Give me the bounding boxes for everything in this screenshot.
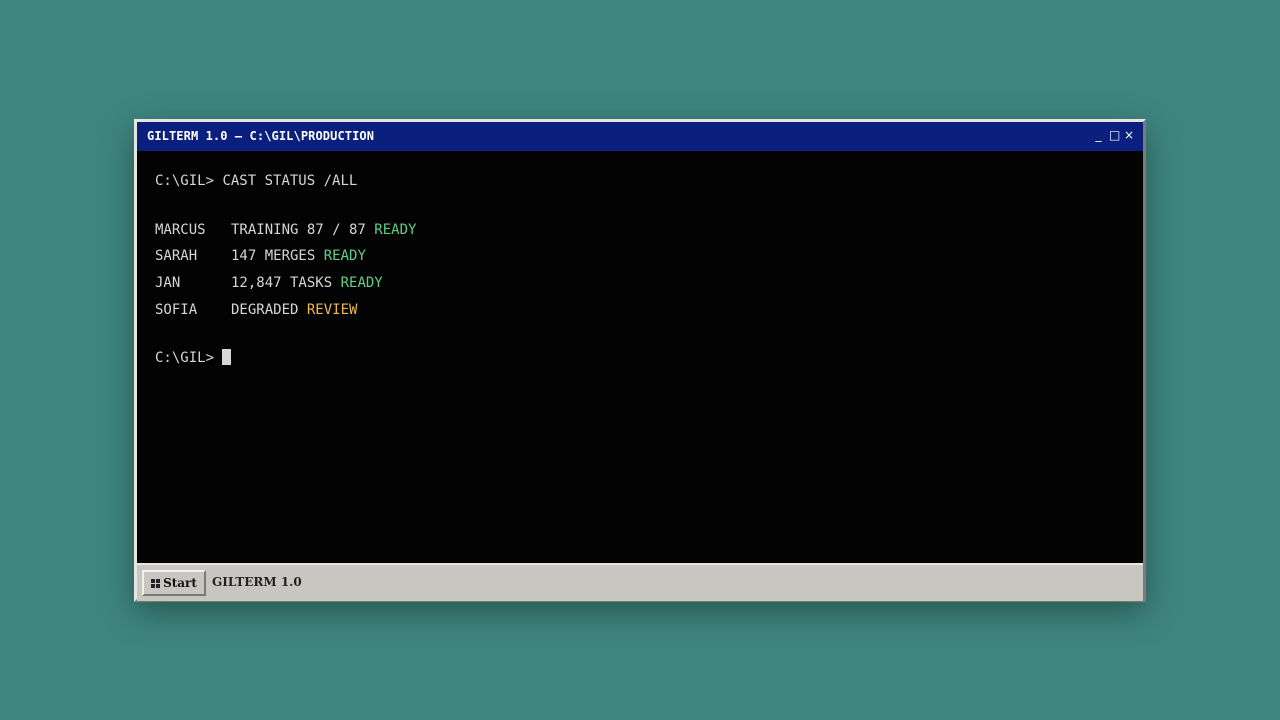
terminal-window: GILTERM 1.0 — C:\GIL\PRODUCTION _ □ × C:…: [134, 119, 1146, 602]
start-label: Start: [163, 576, 197, 590]
text-cursor: [222, 349, 232, 365]
window-controls: _ □ ×: [1094, 128, 1135, 142]
start-grid-icon: [151, 578, 161, 588]
status-label: READY: [340, 275, 383, 291]
terminal-output[interactable]: C:\GIL> CAST STATUS /ALL MARCUS TRAINING …: [137, 151, 1143, 563]
title-bar[interactable]: GILTERM 1.0 — C:\GIL\PRODUCTION _ □ ×: [137, 122, 1143, 151]
status-label: READY: [323, 248, 366, 264]
status-label: REVIEW: [306, 302, 358, 318]
cast-detail: TRAINING 87 / 87: [231, 222, 366, 238]
status-row: SOFIA DEGRADED REVIEW: [155, 300, 357, 320]
command-text: CAST STATUS /ALL: [222, 173, 358, 189]
status-row: SARAH 147 MERGES READY: [155, 246, 366, 266]
minimize-button[interactable]: _: [1094, 128, 1103, 142]
taskbar: Start GILTERM 1.0: [137, 563, 1143, 601]
status-row: MARCUS TRAINING 87 / 87 READY: [155, 220, 416, 240]
input-line[interactable]: C:\GIL>: [155, 348, 232, 368]
cast-name: MARCUS: [155, 222, 206, 238]
cast-name: SOFIA: [155, 302, 198, 318]
start-button[interactable]: Start: [142, 570, 206, 596]
command-prompt: C:\GIL>: [155, 173, 215, 189]
cast-name: SARAH: [155, 248, 198, 264]
close-button[interactable]: ×: [1124, 128, 1134, 142]
cast-detail: 147 MERGES: [231, 248, 316, 264]
cast-detail: 12,847 TASKS: [231, 275, 333, 291]
status-label: READY: [374, 222, 417, 238]
input-prompt: C:\GIL>: [155, 350, 215, 366]
cast-name: JAN: [155, 275, 181, 291]
window-title: GILTERM 1.0 — C:\GIL\PRODUCTION: [147, 129, 375, 143]
taskbar-app-item[interactable]: GILTERM 1.0: [212, 575, 302, 589]
maximize-button[interactable]: □: [1109, 128, 1120, 142]
cast-detail: DEGRADED: [231, 302, 299, 318]
command-line: C:\GIL> CAST STATUS /ALL: [155, 171, 357, 191]
status-row: JAN 12,847 TASKS READY: [155, 273, 383, 293]
